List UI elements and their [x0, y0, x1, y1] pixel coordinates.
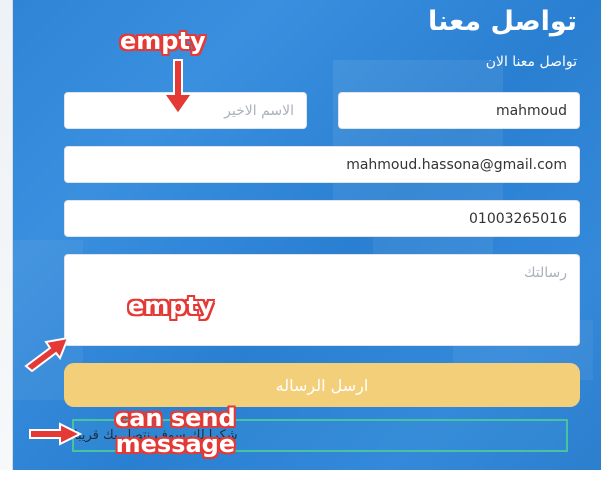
message-placeholder: رسالتك: [523, 265, 567, 281]
arrow-down-icon: [162, 59, 194, 116]
annotation-empty-label: empty: [128, 292, 214, 320]
page-subtitle: تواصل معنا الان: [485, 54, 577, 70]
arrow-up-right-icon: [24, 336, 70, 372]
arrow-right-icon: [29, 422, 82, 446]
first-name-field[interactable]: mahmoud: [338, 92, 580, 129]
annotation-line: can send: [115, 404, 236, 432]
email-value: mahmoud.hassona@gmail.com: [346, 156, 567, 173]
annotation-can-send-label: can send message: [115, 405, 236, 458]
last-name-placeholder: الاسم الاخير: [224, 102, 294, 119]
page-edge: [0, 0, 13, 470]
annotation-empty-label: empty: [120, 27, 206, 55]
send-button-label: ارسل الرساله: [275, 375, 369, 395]
phone-field[interactable]: 01003265016: [64, 200, 580, 237]
page-title: تواصل معنا: [427, 6, 577, 37]
first-name-value: mahmoud: [495, 102, 567, 119]
send-message-button[interactable]: ارسل الرساله: [64, 363, 580, 407]
email-field[interactable]: mahmoud.hassona@gmail.com: [64, 146, 580, 183]
phone-value: 01003265016: [469, 210, 567, 227]
annotation-line: message: [115, 430, 236, 459]
background-decoration: [333, 60, 503, 210]
